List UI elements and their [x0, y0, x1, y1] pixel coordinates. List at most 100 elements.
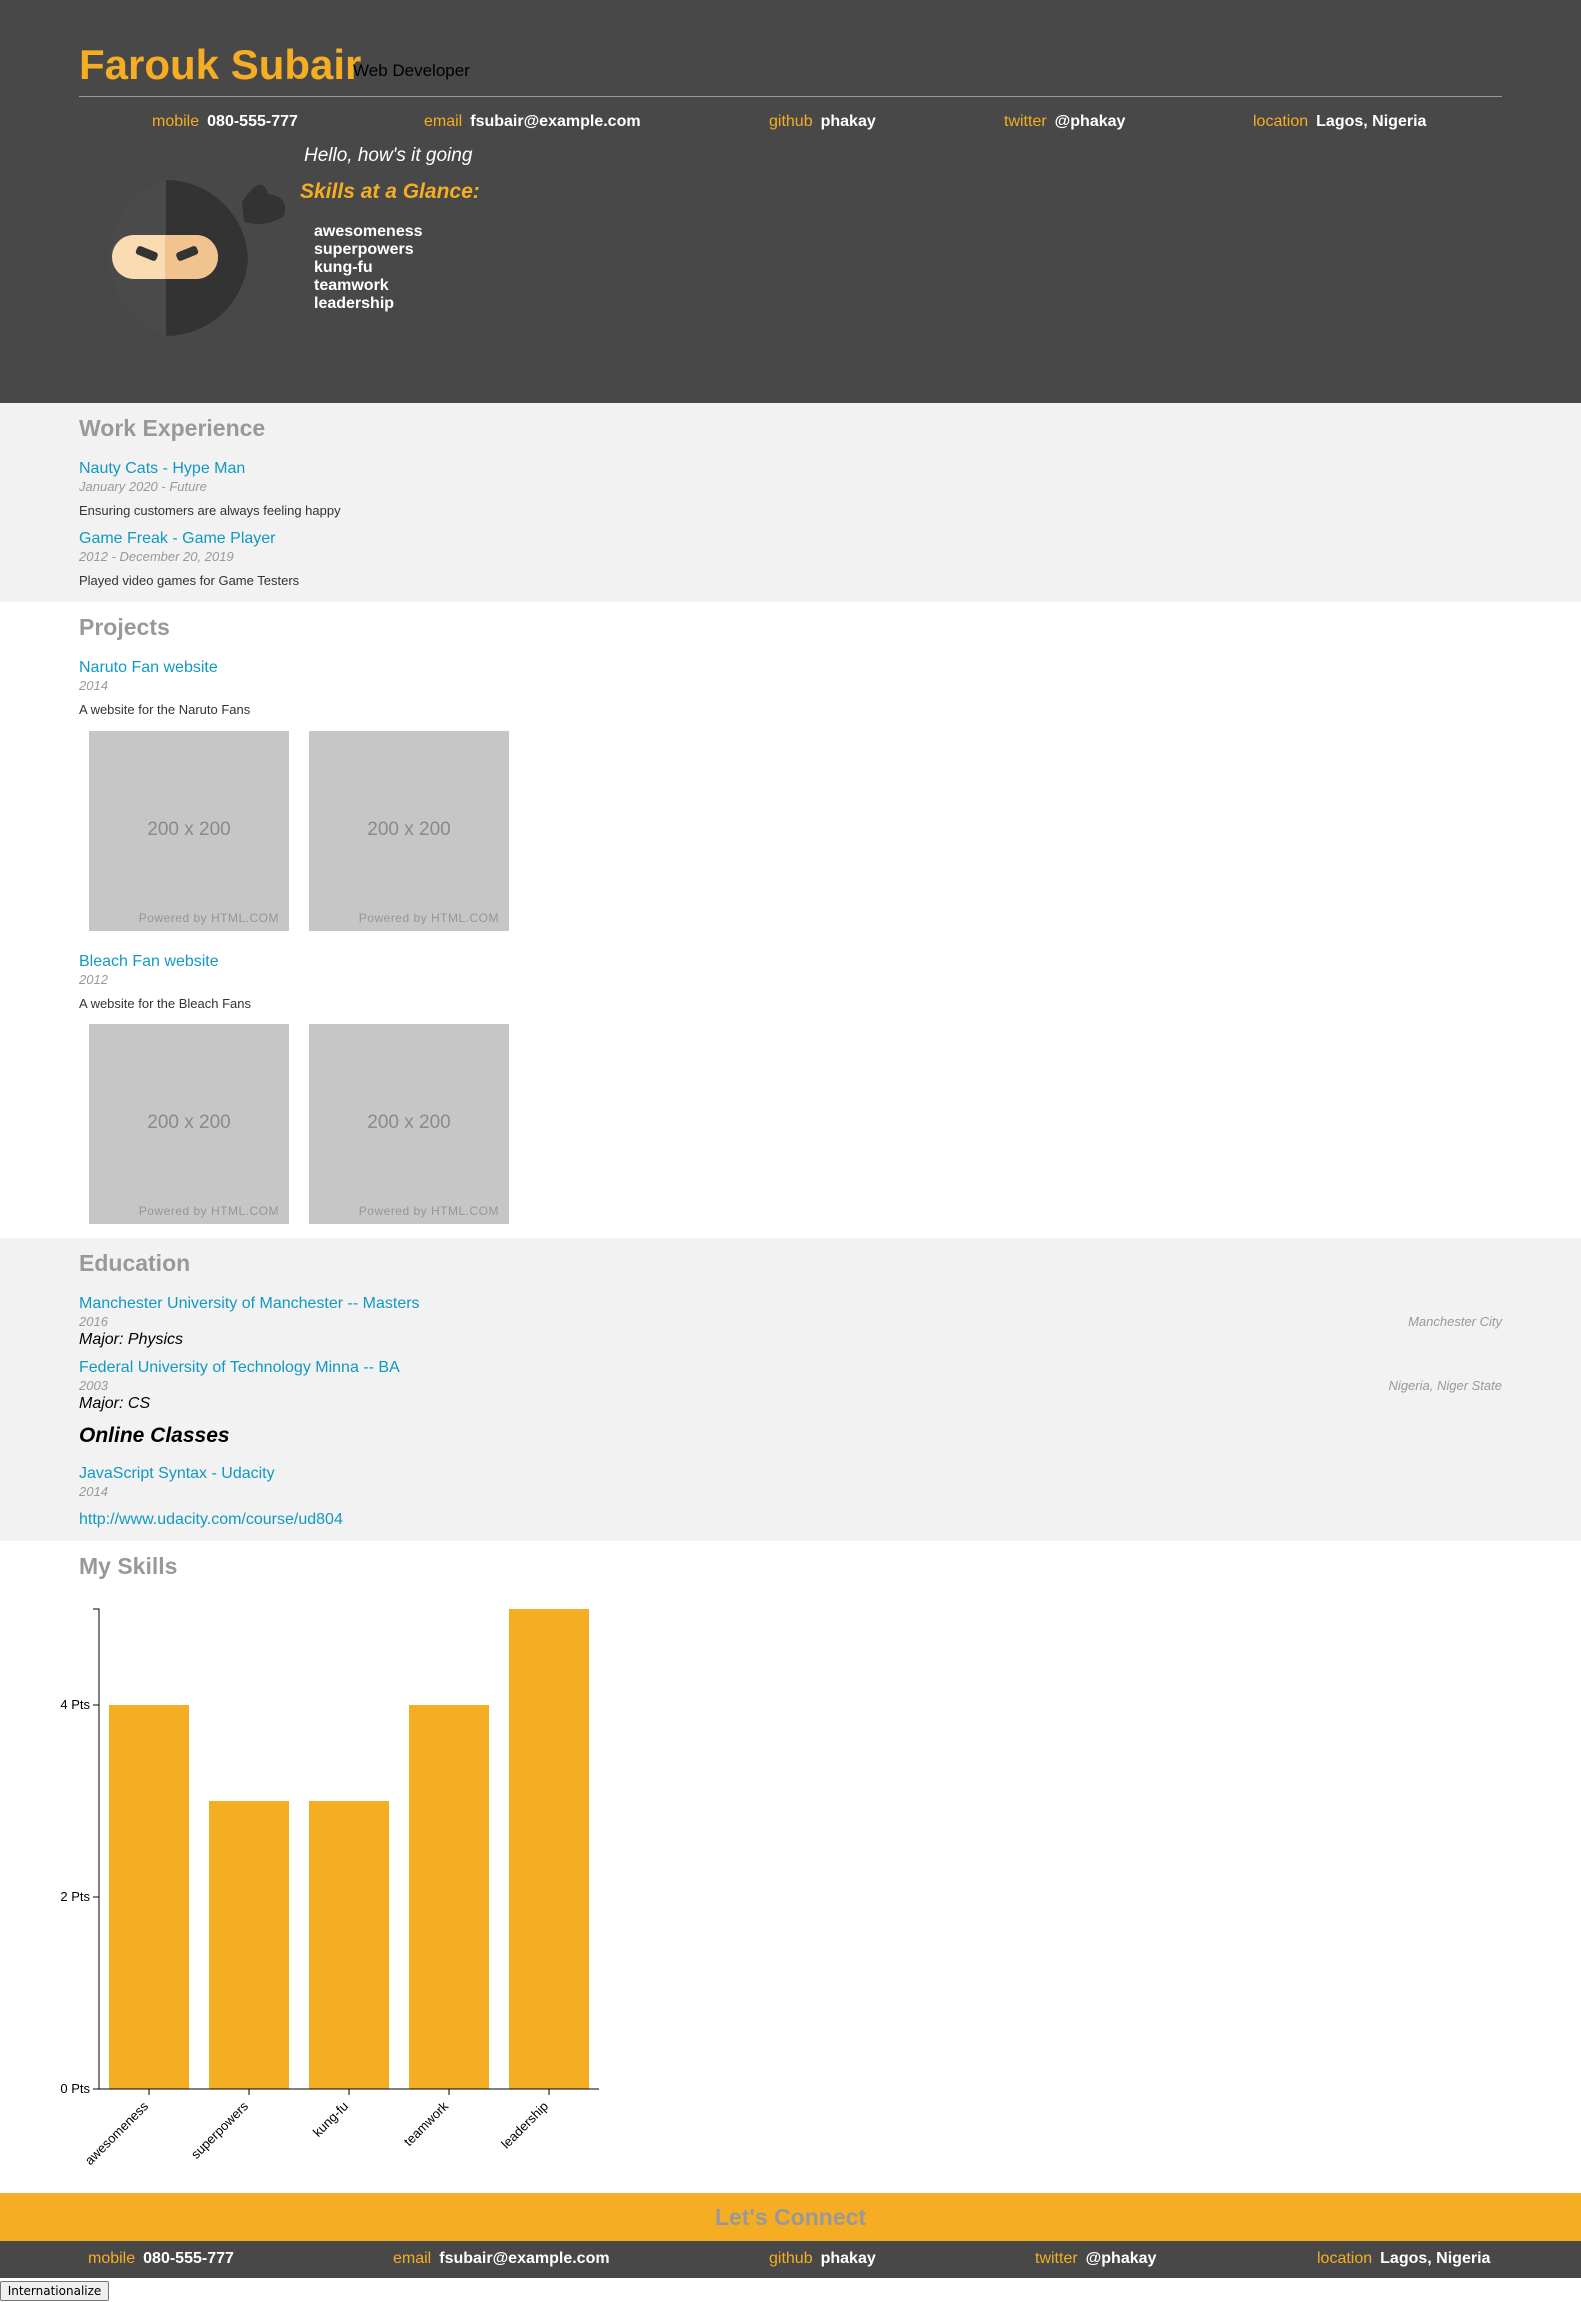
online-classes-heading: Online Classes [79, 1424, 230, 1447]
image-dimensions-text: 200 x 200 [147, 1112, 231, 1133]
footer-contact-twitter[interactable]: twitter @phakay [1035, 2250, 1156, 2268]
contact-value: fsubair@example.com [439, 2250, 610, 2267]
contact-value: @phakay [1085, 2250, 1157, 2267]
bar-leadership [509, 1609, 589, 2089]
online-class-url-link[interactable]: http://www.udacity.com/course/ud804 [79, 1511, 343, 1529]
contact-label: email [424, 113, 463, 130]
x-tick-label: teamwork [401, 2098, 452, 2149]
connect-heading: Let's Connect [714, 2204, 867, 2230]
section-title: Work Experience [79, 415, 266, 441]
contact-mobile[interactable]: mobile 080-555-777 [152, 113, 298, 131]
contact-label: email [393, 2250, 432, 2267]
work-experience-section: Work Experience Nauty Cats - Hype Man Ja… [0, 403, 1581, 602]
welcome-message: Hello, how's it going [304, 145, 473, 166]
bar-teamwork [409, 1705, 489, 2089]
project-image: 200 x 200 Powered by HTML.COM [89, 731, 289, 931]
contact-value: 080-555-777 [143, 2250, 234, 2267]
image-dimensions-text: 200 x 200 [147, 819, 231, 840]
project-image: 200 x 200 Powered by HTML.COM [309, 731, 509, 931]
y-tick-label: 0 Pts [60, 2081, 90, 2096]
job-dates: 2012 - December 20, 2019 [79, 549, 234, 564]
contact-label: twitter [1004, 113, 1047, 130]
online-class-title-link[interactable]: JavaScript Syntax - Udacity [79, 1465, 275, 1483]
job-title-link[interactable]: Game Freak - Game Player [79, 530, 276, 548]
y-tick-label: 2 Pts [60, 1889, 90, 1904]
image-credit-text: Powered by HTML.COM [138, 911, 279, 925]
education-section: Education Manchester University of Manch… [0, 1238, 1581, 1541]
footer: mobile 080-555-777 email fsubair@example.c… [0, 2241, 1581, 2278]
skills-list: awesomeness superpowers kung-fu teamwork… [314, 223, 423, 313]
contact-value: Lagos, Nigeria [1316, 113, 1427, 130]
contact-value: @phakay [1054, 113, 1126, 130]
connect-banner: Let's Connect [0, 2193, 1581, 2241]
name-heading: Farouk Subair [79, 41, 362, 88]
project-dates: 2014 [79, 678, 108, 693]
skill-item: teamwork [314, 277, 389, 294]
job-title-link[interactable]: Nauty Cats - Hype Man [79, 460, 245, 478]
project-image: 200 x 200 Powered by HTML.COM [89, 1024, 289, 1224]
contact-location[interactable]: location Lagos, Nigeria [1253, 113, 1426, 131]
contact-label: location [1253, 113, 1309, 130]
job-description: Ensuring customers are always feeling ha… [79, 503, 341, 518]
footer-contact-github[interactable]: github phakay [769, 2250, 876, 2268]
image-credit-text: Powered by HTML.COM [358, 911, 499, 925]
project-image: 200 x 200 Powered by HTML.COM [309, 1024, 509, 1224]
footer-contacts: mobile 080-555-777 email fsubair@example.c… [0, 2250, 1581, 2272]
top-contacts: mobile 080-555-777 email fsubair@example.c… [0, 113, 1581, 135]
job-dates: January 2020 - Future [79, 479, 207, 494]
contact-value: 080-555-777 [207, 113, 298, 130]
contact-label: github [769, 2250, 813, 2267]
contact-twitter[interactable]: twitter @phakay [1004, 113, 1125, 131]
job-description: Played video games for Game Testers [79, 573, 300, 588]
school-location: Nigeria, Niger State [1388, 1378, 1502, 1393]
footer-contact-location[interactable]: location Lagos, Nigeria [1317, 2250, 1490, 2268]
project-description: A website for the Naruto Fans [79, 702, 251, 717]
skill-item: kung-fu [314, 259, 373, 276]
skills-bar-chart: 0 Pts 2 Pts 4 Pts awesomeness superpowers kun… [60, 1608, 599, 2168]
image-dimensions-text: 200 x 200 [367, 1112, 451, 1133]
header: Farouk Subair Web Developer mobile 080-55… [0, 0, 1581, 403]
school-title-link[interactable]: Federal University of Technology Minna -… [79, 1359, 400, 1377]
x-tick-label: superpowers [188, 2098, 252, 2162]
skill-item: leadership [314, 295, 395, 312]
contact-value: Lagos, Nigeria [1380, 2250, 1491, 2267]
bar-awesomeness [109, 1705, 189, 2089]
image-dimensions-text: 200 x 200 [367, 819, 451, 840]
image-credit-text: Powered by HTML.COM [358, 1204, 499, 1218]
skill-item: awesomeness [314, 223, 423, 240]
contact-github[interactable]: github phakay [769, 113, 876, 131]
footer-contact-mobile[interactable]: mobile 080-555-777 [88, 2250, 234, 2268]
contact-label: mobile [88, 2250, 136, 2267]
section-title: Projects [79, 614, 170, 640]
skills-chart-section: My Skills 0 Pts 2 Pts 4 Pts awesomeness supe… [0, 1541, 1581, 2193]
project-description: A website for the Bleach Fans [79, 996, 251, 1011]
bar-superpowers [209, 1801, 289, 2089]
section-title: Education [79, 1250, 191, 1276]
project-dates: 2012 [79, 972, 108, 987]
school-major: Major: Physics [79, 1331, 184, 1348]
x-tick-label: kung-fu [310, 2099, 351, 2140]
projects-section: Projects Naruto Fan website 2014 A websi… [0, 602, 1581, 1238]
footer-contact-email[interactable]: email fsubair@example.com [393, 2250, 610, 2268]
school-major: Major: CS [79, 1395, 151, 1412]
contact-value: fsubair@example.com [470, 113, 641, 130]
school-dates: 2003 [79, 1378, 108, 1393]
school-location: Manchester City [1408, 1314, 1502, 1329]
skill-item: superpowers [314, 241, 414, 258]
online-class-dates: 2014 [79, 1484, 108, 1499]
contact-value: phakay [820, 2250, 876, 2267]
school-title-link[interactable]: Manchester University of Manchester -- M… [79, 1295, 420, 1313]
project-title-link[interactable]: Bleach Fan website [79, 953, 219, 971]
x-tick-label: leadership [498, 2099, 551, 2152]
project-title-link[interactable]: Naruto Fan website [79, 659, 218, 677]
contact-label: mobile [152, 113, 200, 130]
internationalize-button[interactable]: Internationalize [0, 2281, 109, 2301]
bar-kung-fu [309, 1801, 389, 2089]
contact-label: location [1317, 2250, 1373, 2267]
contact-email[interactable]: email fsubair@example.com [424, 113, 641, 131]
contact-value: phakay [820, 113, 876, 130]
school-dates: 2016 [79, 1314, 108, 1329]
skills-heading: Skills at a Glance: [300, 180, 480, 203]
header-divider [79, 96, 1502, 97]
x-tick-label: awesomeness [82, 2098, 152, 2168]
